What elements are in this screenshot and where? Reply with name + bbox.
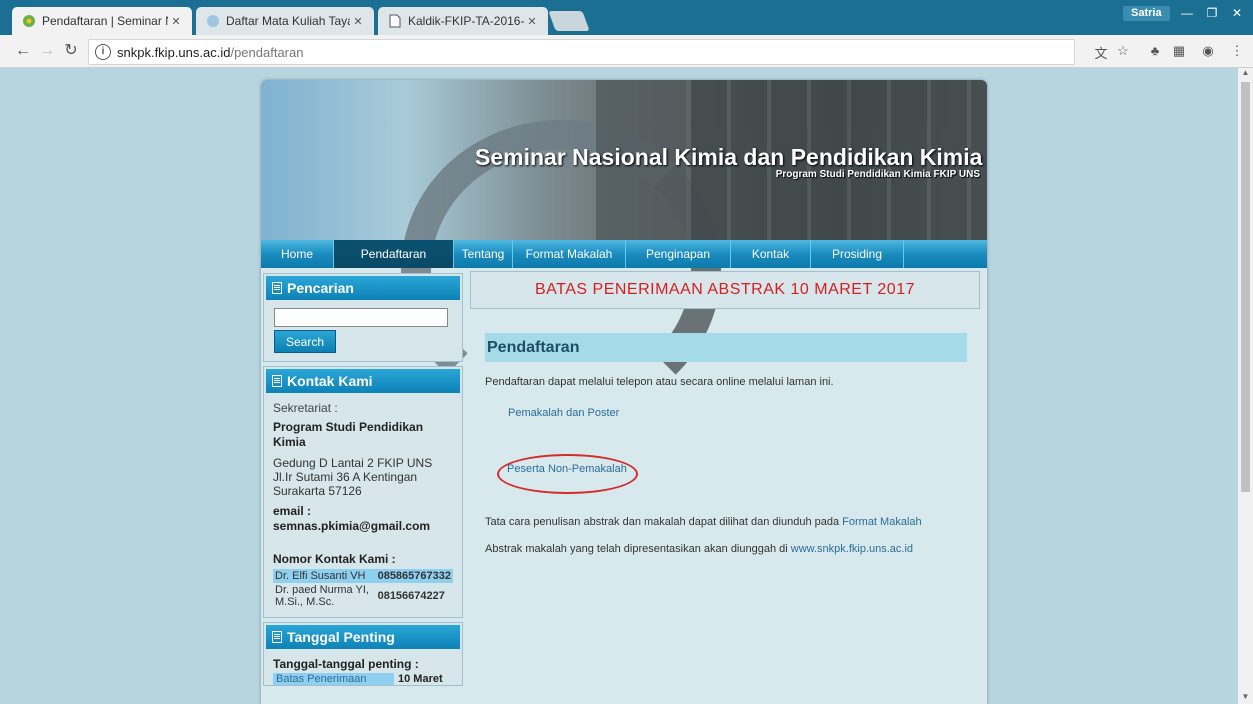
phones-heading: Nomor Kontak Kami : xyxy=(273,552,396,566)
sidebar: Pencarian Search Kontak Kami Sekretariat… xyxy=(263,273,463,690)
date-label[interactable]: Batas Penerimaan xyxy=(273,673,394,685)
nav-penginapan[interactable]: Penginapan xyxy=(626,240,731,268)
abstract-text: Abstrak makalah yang telah dipresentasik… xyxy=(485,543,788,555)
close-icon[interactable]: ✕ xyxy=(168,15,184,28)
site-container: Seminar Nasional Kimia dan Pendidikan Ki… xyxy=(261,80,987,704)
address: Gedung D Lantai 2 FKIP UNS Jl.Ir Sutami … xyxy=(273,456,453,498)
scroll-down-icon[interactable]: ▼ xyxy=(1238,692,1253,704)
scroll-up-icon[interactable]: ▲ xyxy=(1238,68,1253,80)
address-bar[interactable]: i snkpk.fkip.uns.ac.id/pendaftaran xyxy=(88,39,1075,65)
highlight-ellipse xyxy=(497,454,638,494)
window-close-icon[interactable]: ✕ xyxy=(1224,5,1250,22)
contact-name: Dr. paed Nurma YI, M.Si., M.Sc. xyxy=(275,584,369,608)
dates-widget: Tanggal Penting Tanggal-tanggal penting … xyxy=(263,622,463,686)
search-widget: Pencarian Search xyxy=(263,273,463,362)
close-icon[interactable]: ✕ xyxy=(350,15,366,28)
browser-toolbar: ← → ↻ i snkpk.fkip.uns.ac.id/pendaftaran… xyxy=(0,35,1253,68)
secretariat-label: Sekretariat : xyxy=(273,401,338,415)
leaf-favicon-icon xyxy=(22,14,36,28)
profile-badge[interactable]: Satria xyxy=(1123,6,1170,21)
header-banner: Seminar Nasional Kimia dan Pendidikan Ki… xyxy=(261,80,987,420)
widget-heading-label: Kontak Kami xyxy=(287,373,373,389)
page-title: Pendaftaran xyxy=(485,333,967,362)
table-row: Dr. Elfi Susanti VH 085865767332 xyxy=(273,569,453,583)
page-viewport: Seminar Nasional Kimia dan Pendidikan Ki… xyxy=(0,68,1253,704)
nav-home[interactable]: Home xyxy=(261,240,334,268)
new-tab-button[interactable] xyxy=(548,11,590,31)
search-input[interactable] xyxy=(274,308,448,327)
site-title: Seminar Nasional Kimia dan Pendidikan Ki… xyxy=(475,144,983,170)
circle-favicon-icon xyxy=(206,14,220,28)
main-navigation: Home Pendaftaran Tentang Format Makalah … xyxy=(261,240,987,268)
format-makalah-link[interactable]: Format Makalah xyxy=(842,516,921,528)
extension-badge-icon[interactable]: ▦ xyxy=(1170,43,1188,59)
scroll-thumb[interactable] xyxy=(1241,82,1250,492)
main-content: Pendaftaran Pendaftaran dapat melalui te… xyxy=(485,333,967,388)
address-line: Surakarta 57126 xyxy=(273,484,362,498)
widget-heading: Pencarian xyxy=(266,276,460,300)
widget-heading-label: Pencarian xyxy=(287,280,354,296)
extension-puzzle-icon[interactable]: ♣ xyxy=(1146,43,1164,59)
translate-icon[interactable]: 文 xyxy=(1092,43,1110,61)
back-arrow-icon[interactable]: ← xyxy=(14,42,32,60)
intro-text: Pendaftaran dapat melalui telepon atau s… xyxy=(485,376,834,388)
url-host: snkpk.fkip.uns.ac.id xyxy=(117,44,231,60)
tab-kaldik[interactable]: Kaldik-FKIP-TA-2016-2017 ✕ xyxy=(378,7,548,35)
email-block: email : semnas.pkimia@gmail.com xyxy=(273,504,453,534)
tab-title: Pendaftaran | Seminar Nasional Kimia xyxy=(42,14,168,28)
minimize-icon[interactable]: — xyxy=(1174,5,1200,22)
tab-pendaftaran[interactable]: Pendaftaran | Seminar Nasional Kimia ✕ xyxy=(12,7,192,35)
star-icon[interactable]: ☆ xyxy=(1114,43,1132,59)
table-row: Batas Penerimaan 10 Maret xyxy=(273,673,453,685)
site-subtitle: Program Studi Pendidikan Kimia FKIP UNS xyxy=(775,169,980,180)
document-icon xyxy=(272,631,282,643)
menu-kebab-icon[interactable]: ⋮ xyxy=(1228,43,1246,59)
tab-daftar-mata-kuliah[interactable]: Daftar Mata Kuliah Tayang ✕ xyxy=(196,7,374,35)
site-url-link[interactable]: www.snkpk.fkip.uns.ac.id xyxy=(791,543,913,555)
contact-widget: Kontak Kami Sekretariat : Program Studi … xyxy=(263,366,463,618)
widget-heading-label: Tanggal Penting xyxy=(287,629,395,645)
deadline-announcement: BATAS PENERIMAAN ABSTRAK 10 MARET 2017 xyxy=(470,271,980,309)
dates-subheading: Tanggal-tanggal penting : xyxy=(273,657,419,671)
guide-text: Tata cara penulisan abstrak dan makalah … xyxy=(485,516,840,528)
url-path: /pendaftaran xyxy=(230,44,304,60)
vertical-scrollbar[interactable]: ▲ ▼ xyxy=(1238,68,1253,704)
tab-title: Daftar Mata Kuliah Tayang xyxy=(226,14,350,28)
email-label: email : xyxy=(273,504,312,518)
nav-tentang[interactable]: Tentang xyxy=(454,240,513,268)
document-favicon-icon xyxy=(388,14,402,28)
tab-title: Kaldik-FKIP-TA-2016-2017 xyxy=(408,14,524,28)
link-pemakalah-poster[interactable]: Pemakalah dan Poster xyxy=(508,407,619,419)
maximize-icon[interactable]: ❐ xyxy=(1199,5,1225,22)
nav-prosiding[interactable]: Prosiding xyxy=(811,240,904,268)
extension-lock-icon[interactable]: ◉ xyxy=(1199,43,1217,59)
date-value: 10 Maret xyxy=(394,673,447,685)
contact-name: Dr. Elfi Susanti VH xyxy=(273,569,376,583)
contact-number: 08156674227 xyxy=(377,590,445,602)
search-button[interactable]: Search xyxy=(274,330,336,353)
abstract-paragraph: Abstrak makalah yang telah dipresentasik… xyxy=(485,543,913,555)
organization-name: Program Studi Pendidikan Kimia xyxy=(273,420,424,449)
reload-icon[interactable]: ↻ xyxy=(62,42,80,60)
nav-kontak[interactable]: Kontak xyxy=(731,240,811,268)
forward-arrow-icon[interactable]: → xyxy=(38,42,56,60)
guide-paragraph: Tata cara penulisan abstrak dan makalah … xyxy=(485,516,922,528)
phone-table: Dr. Elfi Susanti VH 085865767332 Dr. pae… xyxy=(273,569,453,609)
address-line: Jl.Ir Sutami 36 A Kentingan xyxy=(273,470,418,484)
address-line: Gedung D Lantai 2 FKIP UNS xyxy=(273,456,433,470)
email-address: semnas.pkimia@gmail.com xyxy=(273,519,431,533)
document-icon xyxy=(272,282,282,294)
nav-format-makalah[interactable]: Format Makalah xyxy=(513,240,626,268)
widget-heading: Tanggal Penting xyxy=(266,625,460,649)
contact-number: 085865767332 xyxy=(375,569,453,583)
document-icon xyxy=(272,375,282,387)
close-icon[interactable]: ✕ xyxy=(524,15,540,28)
browser-tab-strip: Pendaftaran | Seminar Nasional Kimia ✕ D… xyxy=(0,0,1253,35)
widget-heading: Kontak Kami xyxy=(266,369,460,393)
table-row: Dr. paed Nurma YI, M.Si., M.Sc. 08156674… xyxy=(273,583,453,609)
info-icon[interactable]: i xyxy=(95,44,111,60)
nav-pendaftaran[interactable]: Pendaftaran xyxy=(334,240,454,268)
